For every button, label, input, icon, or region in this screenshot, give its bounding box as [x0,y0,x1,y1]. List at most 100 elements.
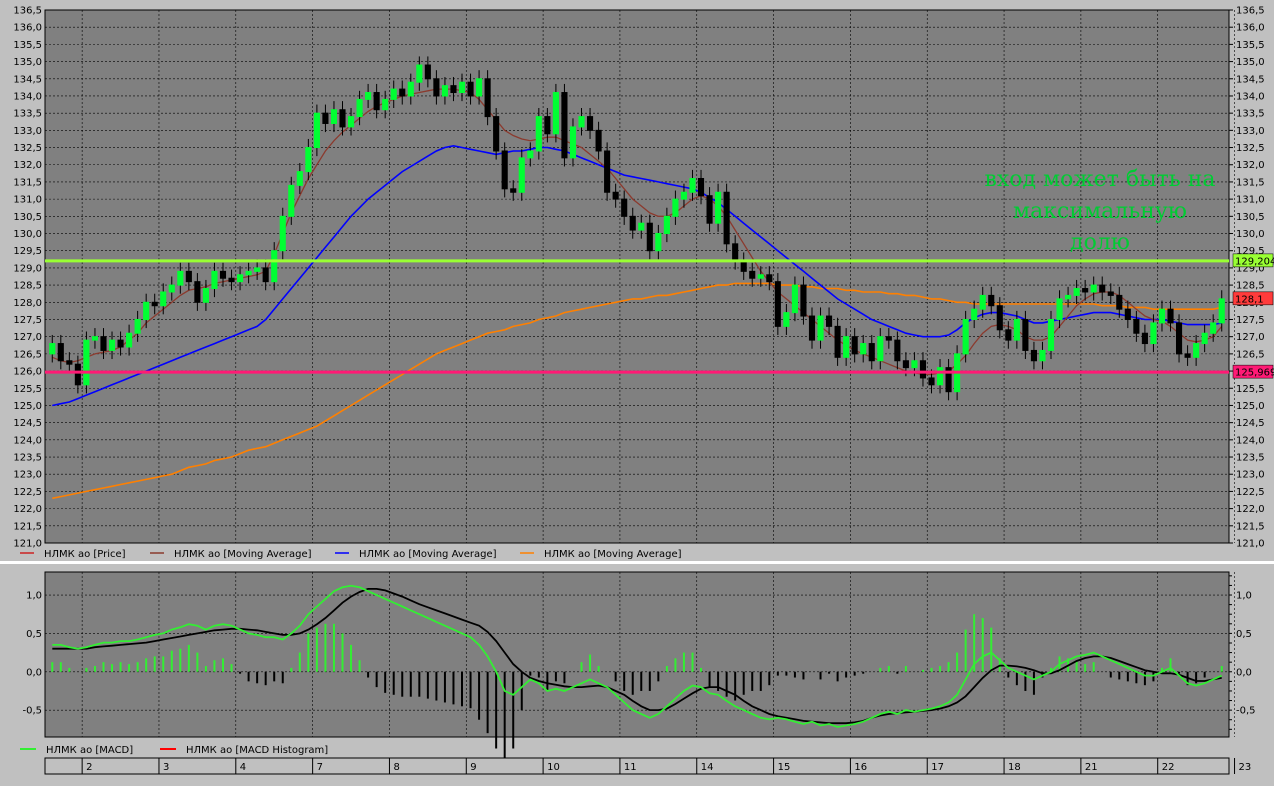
time-axis-label: 4 [240,762,246,773]
price-tick-right: 135,5 [1236,40,1265,51]
price-tick-right: 130,0 [1236,229,1265,240]
price-tick-left: 135,0 [13,57,42,68]
annotation-line-3: долю [1070,230,1130,255]
candle-body [672,198,679,217]
price-tick-left: 123,5 [13,453,42,464]
price-tick-right: 134,5 [1236,74,1265,85]
macd-tick-left: 1,0 [26,591,42,602]
candle-body [1056,298,1063,320]
candle-body [706,195,713,224]
candle-body [424,64,431,80]
candle-body [49,343,56,355]
candle-body [1082,288,1089,293]
candle-body [126,332,133,348]
candle-body [373,92,380,111]
candle-body [1175,322,1183,355]
price-tick-right: 125,5 [1236,384,1265,395]
time-axis-label: 18 [1008,762,1021,773]
candle-body [612,191,619,200]
candle-body [783,312,790,327]
candle-body [877,336,884,362]
candle-body [1201,332,1208,345]
candle-body [1124,308,1131,320]
macd-legend-label: НЛМК ао [MACD] [46,745,133,756]
candle-body [936,367,944,386]
candle-body [66,360,73,365]
price-tick-left: 125,0 [13,401,42,412]
price-tick-right: 136,0 [1236,23,1265,34]
candle-body [194,281,201,303]
candle-body [356,98,363,118]
candle-body [271,250,278,283]
price-tick-right: 123,0 [1236,470,1265,481]
candle-body [843,336,850,358]
price-legend-label: НЛМК ао [Moving Average] [174,549,312,560]
price-tick-right: 126,5 [1236,349,1265,360]
candle-body [296,171,303,186]
candle-body [91,336,99,341]
candle-body [211,270,218,290]
time-axis-label: 7 [317,762,323,773]
price-tick-right: 131,5 [1236,177,1265,188]
candle-body [1030,349,1037,362]
candle-body [749,270,756,279]
price-tick-left: 126,0 [13,367,42,378]
price-tick-right: 122,5 [1236,487,1265,498]
price-tick-right: 133,5 [1236,109,1265,120]
candle-body [1107,291,1114,296]
candle-body [621,198,628,217]
candle-body [510,188,517,193]
price-tick-right: 123,5 [1236,453,1265,464]
price-tick-left: 128,0 [13,298,42,309]
candle-body [544,116,551,135]
candle-body [382,98,389,111]
time-axis-label: 2 [86,762,92,773]
candle-body [732,243,739,262]
candle-body [313,112,320,149]
candle-body [518,157,525,193]
candle-body [561,92,568,159]
price-tick-right: 135,0 [1236,57,1265,68]
resistance-badge: 129,204 [1235,256,1274,267]
chart-canvas[interactable]: 121,0 121,5 122,0 122,5 123,0 123,5 124,0 124,5… [0,0,1274,786]
candle-body [1073,288,1080,296]
candle-body [868,343,875,362]
time-axis-label: 15 [778,762,791,773]
candle-body [262,267,269,283]
candle-body [1090,284,1097,293]
price-tick-left: 130,5 [13,212,42,223]
macd-legend-label: НЛМК ао [MACD Histogram] [186,745,328,756]
candle-body [723,191,730,245]
candle-body [595,129,602,152]
candle-body [279,215,286,252]
price-tick-left: 133,0 [13,126,42,137]
time-axis-label: 14 [701,762,714,773]
price-tick-left: 125,5 [13,384,42,395]
time-axis-label: 11 [624,762,637,773]
candle-body [851,336,858,355]
candle-body [1065,294,1072,300]
candle-body [697,177,705,197]
macd-tick-right: 0,0 [1236,667,1252,678]
candle-body [715,191,722,224]
annotation-line-1: вход может быть на [984,167,1215,192]
candle-body [83,339,90,386]
candle-body [629,215,636,231]
panel-splitter[interactable] [0,561,1274,564]
candle-body [885,336,892,341]
candle-body [228,277,235,283]
candle-body [791,284,798,314]
price-tick-left: 132,0 [13,160,42,171]
candle-body [902,360,909,369]
time-axis[interactable] [44,757,1230,775]
candle-body [390,88,397,100]
candle-body [237,274,244,283]
candle-body [467,81,474,97]
price-tick-left: 122,5 [13,487,42,498]
candle-body [535,116,542,152]
candle-body [1039,349,1046,362]
candle-body [484,78,491,118]
candle-body [441,85,448,97]
candle-body [501,150,508,190]
current-price-badge: 128,1 [1235,294,1264,305]
